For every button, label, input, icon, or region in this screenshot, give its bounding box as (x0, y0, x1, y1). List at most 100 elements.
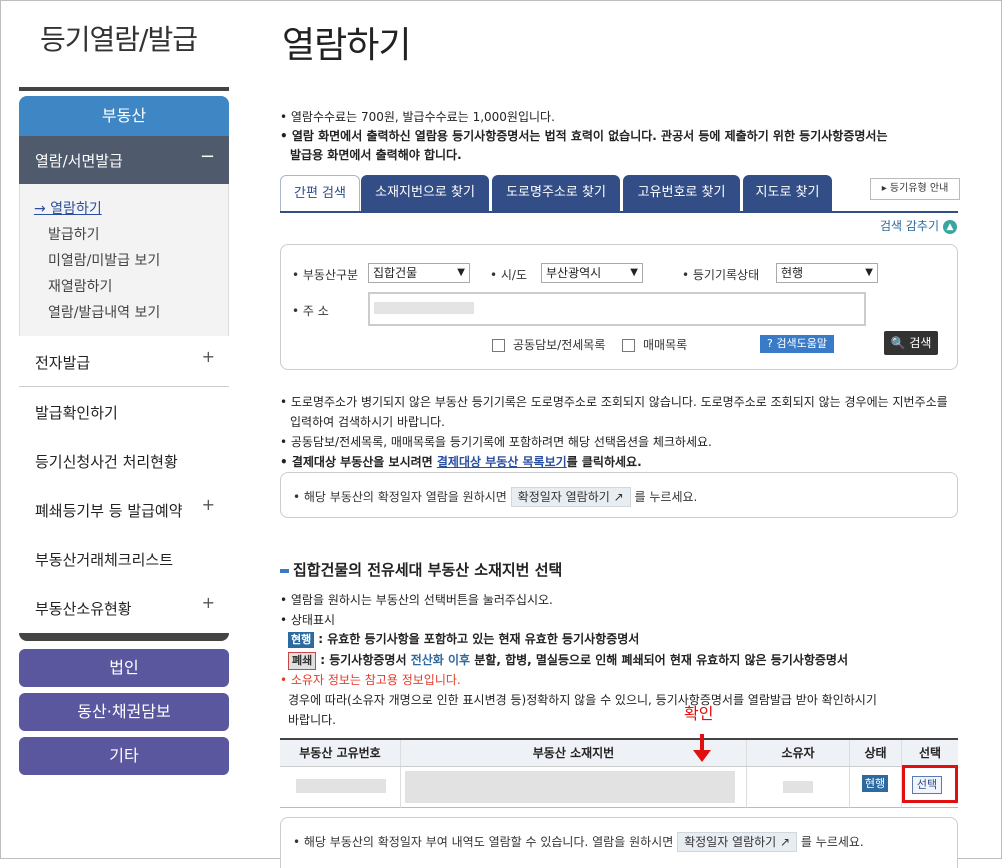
checkbox-label: 매매목록 (643, 338, 688, 352)
row-status-badge: 현행 (862, 775, 888, 792)
sidebar-item-label: 등기신청사건 처리현황 (35, 453, 178, 471)
submenu-history[interactable]: 열람/발급내역 보기 (48, 302, 160, 322)
info-payment: • 결제대상 부동산을 보시려면 결제대상 부동산 목록보기를 클릭하세요. (280, 453, 642, 470)
owner-info-detail: 경우에 따라(소유자 개명으로 인한 표시변경 등)정확하지 않을 수 있으니,… (288, 693, 877, 707)
status-badge: 현행 (288, 632, 315, 648)
column-header: 선택 (902, 740, 958, 767)
info-text: • 결제대상 부동산을 보시려면 (280, 455, 437, 469)
sidebar-item-ownership[interactable]: 부동산소유현황 + (19, 583, 229, 632)
property-type-select[interactable]: 집합건물 ▼ (368, 263, 470, 283)
confirm-date-text: • 해당 부동산의 확정일자 열람을 원하시면 (293, 490, 507, 504)
tab-unique-number[interactable]: 고유번호로 찾기 (623, 175, 740, 211)
select-row-button[interactable]: 선택 (912, 776, 942, 794)
submenu-review[interactable]: 재열람하기 (48, 276, 112, 296)
table-cell (747, 767, 850, 808)
sidebar-title: 등기열람/발급 (40, 23, 198, 56)
sidebar-item-label: 폐쇄등기부 등 발급예약 (35, 502, 183, 520)
sidebar-item-case-status[interactable]: 등기신청사건 처리현황 (19, 436, 229, 486)
table-cell (280, 767, 401, 808)
payment-list-link[interactable]: 결제대상 부동산 목록보기 (437, 455, 567, 469)
owner-info-detail-cont: 바랍니다. (288, 713, 336, 727)
legend-current: 현행: 유효한 등기사항을 포함하고 있는 현재 유효한 등기사항증명서 (288, 630, 639, 648)
address-label: • 주 소 (292, 304, 329, 318)
table-cell (401, 767, 747, 808)
checkbox-box (622, 339, 635, 352)
info-options: • 공동담보/전세목록, 매매목록을 등기기록에 포함하려면 해당 선택옵션을 … (280, 435, 712, 449)
sidebar-item-label: 전자발급 (35, 354, 91, 372)
search-help-button[interactable]: ? 검색도움말 (760, 335, 834, 353)
select-value: 현행 (781, 266, 804, 280)
legend-text: 분할, 합병, 멸실등으로 인해 폐쇄되어 현재 유효하지 않은 등기사항증명서 (470, 653, 848, 667)
property-type-label: • 부동산구분 (292, 268, 359, 282)
legend-text: : 유효한 등기사항을 포함하고 있는 현재 유효한 등기사항증명서 (318, 632, 640, 646)
owner-info-notice: • 소유자 정보는 참고용 정보입니다. (280, 673, 461, 687)
confirm-date-text: 를 누르세요. (634, 490, 698, 504)
status-badge: 폐쇄 (288, 652, 317, 670)
collapse-label: 검색 감추기 (880, 219, 940, 233)
sidebar-item-e-issue[interactable]: 전자발급 + (19, 337, 229, 387)
info-road-address-cont: 입력하여 검색하시기 바랍니다. (290, 415, 445, 429)
tab-road-address[interactable]: 도로명주소로 찾기 (492, 175, 620, 211)
chevron-down-icon: ▼ (457, 267, 465, 278)
confirm-date-history-button[interactable]: 확정일자 열람하기 ↗ (677, 832, 798, 852)
chevron-down-icon: ▼ (630, 267, 638, 278)
collapse-search-link[interactable]: 검색 감추기 ▲ (880, 217, 958, 234)
blurred-lot-address (405, 771, 735, 803)
sidebar-item-closed-reservation[interactable]: 폐쇄등기부 등 발급예약 + (19, 485, 229, 535)
movable-collateral-button[interactable]: 동산·채권담보 (19, 693, 229, 731)
sidebar-bottom-bar (19, 633, 229, 641)
sidebar-section-real-estate[interactable]: 부동산 (19, 96, 229, 136)
submenu-issue[interactable]: 발급하기 (48, 224, 100, 244)
collapse-icon: − (199, 146, 215, 167)
tab-map[interactable]: 지도로 찾기 (743, 175, 832, 211)
tab-simple-search[interactable]: 간편 검색 (280, 175, 360, 212)
expand-icon: + (201, 347, 215, 366)
arrow-head-icon (693, 750, 711, 762)
record-status-select[interactable]: 현행 ▼ (776, 263, 878, 283)
search-button[interactable]: 🔍 검색 (884, 331, 938, 355)
tab-lot-number[interactable]: 소재지번으로 찾기 (361, 175, 489, 211)
section-title: 집합건물의 전유세대 부동산 소재지번 선택 (280, 559, 562, 580)
info-text: 를 클릭하세요. (566, 455, 642, 469)
confirm-history-text: 를 누르세요. (800, 835, 864, 849)
sidebar-item-checklist[interactable]: 부동산거래체크리스트 (19, 534, 229, 584)
status-legend-label: • 상태표시 (280, 613, 336, 627)
sidebar-submenu: → 열람하기 발급하기 미열람/미발급 보기 재열람하기 열람/발급내역 보기 (19, 184, 229, 336)
sidebar-item-view-issue[interactable]: 열람/서면발급 − (19, 136, 229, 184)
confirm-date-button[interactable]: 확정일자 열람하기 ↗ (510, 487, 631, 507)
title-mark (280, 568, 289, 573)
select-value: 집합건물 (373, 266, 418, 280)
submenu-view[interactable]: → 열람하기 (34, 198, 102, 218)
results-table: 부동산 고유번호 부동산 소재지번 소유자 상태 선택 (280, 738, 958, 808)
chevron-up-icon: ▲ (943, 219, 958, 234)
notice-legal: • 열람 화면에서 출력하신 열람용 등기사항증명서는 법적 효력이 없습니다.… (280, 129, 888, 143)
record-status-label: • 등기기록상태 (682, 268, 760, 282)
registry-type-guide-button[interactable]: ▸ 등기유형 안내 (870, 178, 960, 200)
sales-list-checkbox[interactable]: 매매목록 (622, 336, 687, 353)
sidebar-item-issue-check[interactable]: 발급확인하기 (19, 387, 229, 437)
legend-text: : 등기사항증명서 (320, 653, 411, 667)
others-button[interactable]: 기타 (19, 737, 229, 775)
checkbox-box (492, 339, 505, 352)
column-header: 부동산 고유번호 (280, 740, 401, 767)
blurred-address (374, 302, 474, 314)
joint-collateral-checkbox[interactable]: 공동담보/전세목록 (492, 336, 605, 353)
sidebar-top-bar (19, 87, 229, 91)
confirm-date-history-panel: • 해당 부동산의 확정일자 부여 내역도 열람할 수 있습니다. 열람을 원하… (280, 817, 958, 868)
city-select[interactable]: 부산광역시 ▼ (541, 263, 643, 283)
legend-abolished: 폐쇄: 등기사항증명서 전산화 이후 분할, 합병, 멸실등으로 인해 폐쇄되어… (288, 651, 848, 670)
corporation-button[interactable]: 법인 (19, 649, 229, 687)
column-header: 상태 (850, 740, 902, 767)
column-header: 소유자 (747, 740, 850, 767)
confirm-history-text: • 해당 부동산의 확정일자 부여 내역도 열람할 수 있습니다. 열람을 원하… (293, 835, 674, 849)
annotation-label: 확인 (684, 704, 714, 723)
submenu-unviewed[interactable]: 미열람/미발급 보기 (48, 250, 160, 270)
notice-legal-cont: 발급용 화면에서 출력해야 합니다. (290, 148, 462, 162)
sidebar-item-label: 열람/서면발급 (35, 152, 123, 170)
info-road-address: • 도로명주소가 병기되지 않은 부동산 등기기록은 도로명주소로 조회되지 않… (280, 395, 948, 409)
address-input[interactable] (368, 292, 866, 326)
sidebar-item-label: 부동산거래체크리스트 (35, 551, 174, 569)
section-instruction: • 열람을 원하시는 부동산의 선택버튼을 눌러주십시오. (280, 593, 553, 607)
confirm-date-panel: • 해당 부동산의 확정일자 열람을 원하시면 확정일자 열람하기 ↗ 를 누르… (280, 472, 958, 518)
blurred-unique-number (296, 779, 386, 793)
